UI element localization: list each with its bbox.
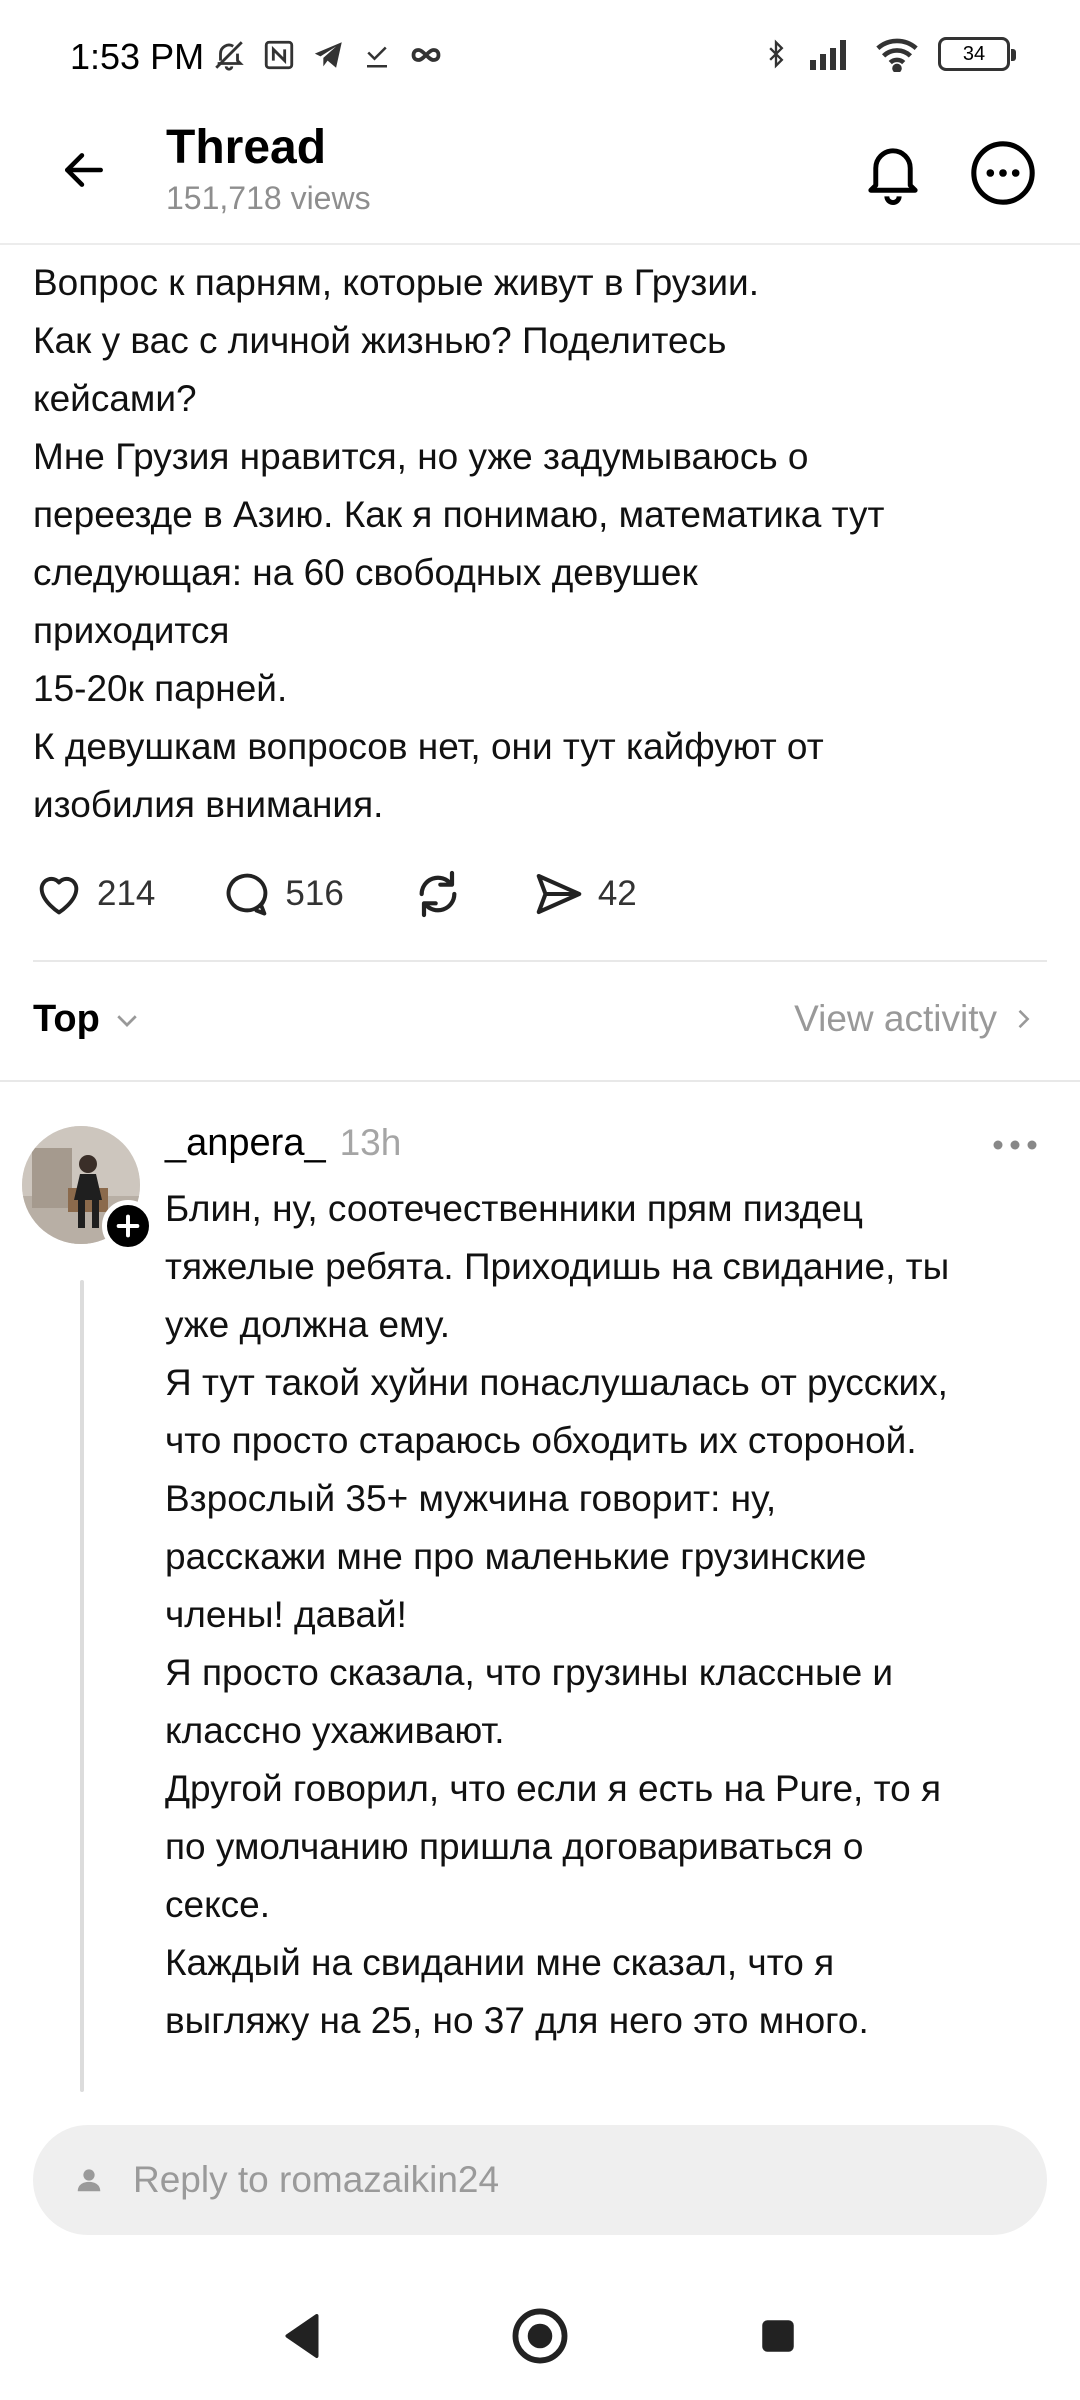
reply-bar[interactable]	[33, 2125, 1047, 2235]
reply-author: _anpera_ 13h	[165, 1122, 401, 1165]
sort-label: Top	[33, 998, 100, 1040]
bluetooth-icon	[769, 39, 784, 69]
share-count: 42	[597, 874, 637, 913]
chevron-down-icon	[117, 1014, 137, 1027]
more-circle-icon	[971, 141, 1035, 205]
back-button[interactable]	[52, 138, 116, 202]
status-time: 1:53 PM	[70, 36, 205, 77]
reply-time: 13h	[339, 1122, 402, 1163]
repost-button[interactable]	[410, 866, 466, 922]
signal-icon	[810, 40, 846, 70]
sort-dropdown[interactable]: Top	[33, 998, 142, 1041]
status-icons-left	[212, 38, 444, 72]
nfc-icon	[264, 40, 294, 70]
view-count: 151,718 views	[166, 180, 371, 216]
follow-button[interactable]	[102, 1200, 154, 1252]
view-activity-label: View activity	[794, 998, 997, 1039]
plus-icon	[116, 1214, 140, 1238]
download-done-icon	[367, 46, 387, 68]
wifi-icon	[876, 38, 918, 72]
system-nav-bar	[0, 2268, 1080, 2400]
send-icon	[536, 873, 582, 915]
status-bar: 1:53 PM 34	[0, 0, 1080, 120]
status-icons-right: 34	[762, 34, 1016, 74]
repost-icon	[419, 870, 457, 918]
triangle-back-icon	[285, 2313, 319, 2358]
more-horizontal-icon	[993, 1140, 1037, 1150]
nav-recents-button[interactable]	[738, 2296, 818, 2376]
chevron-right-icon	[1018, 1009, 1030, 1029]
sort-row: Top View activity	[33, 990, 1047, 1056]
notifications-button[interactable]	[858, 138, 928, 208]
infinity-icon	[411, 48, 441, 62]
battery-level: 34	[962, 42, 986, 65]
thread-options-button[interactable]	[968, 138, 1038, 208]
user-icon	[67, 2158, 111, 2202]
like-count: 214	[97, 874, 156, 913]
square-recents-icon	[762, 2320, 794, 2352]
arrow-left-icon	[65, 153, 103, 187]
reply-options-button[interactable]	[985, 1125, 1045, 1165]
divider	[33, 960, 1047, 962]
post-text: Вопрос к парням, которые живут в Грузии.…	[33, 262, 885, 825]
thread-header: Thread 151,718 views	[0, 120, 1080, 245]
reply-input[interactable]	[133, 2159, 993, 2201]
battery-icon: 34	[938, 37, 1016, 71]
thread-line	[80, 1280, 84, 2092]
bell-icon	[868, 148, 918, 205]
comment-icon	[227, 873, 268, 916]
reply-text: Блин, ну, соотечественники прям пиздец т…	[165, 1188, 950, 2041]
post-actions: 214 516 42	[33, 866, 703, 922]
comment-count: 516	[285, 874, 344, 913]
nav-back-button[interactable]	[262, 2296, 342, 2376]
divider	[0, 1080, 1080, 1082]
heart-icon	[39, 876, 79, 915]
username[interactable]: _anpera_	[165, 1122, 326, 1165]
nav-home-button[interactable]	[500, 2296, 580, 2376]
page-title: Thread	[166, 121, 327, 174]
telegram-icon	[314, 42, 342, 68]
circle-home-icon	[512, 2308, 568, 2364]
view-activity-link[interactable]: View activity	[794, 998, 1037, 1040]
share-button[interactable]: 42	[532, 867, 637, 921]
like-button[interactable]: 214	[33, 868, 155, 920]
comment-button[interactable]: 516	[221, 868, 344, 920]
mute-bell-icon	[215, 41, 244, 71]
